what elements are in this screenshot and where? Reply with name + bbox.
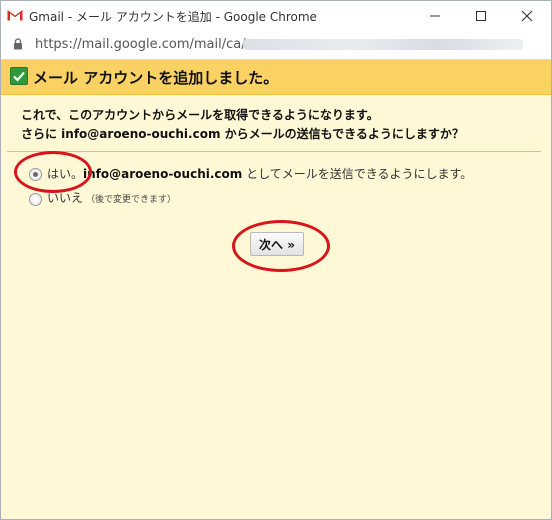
description-line-2: さらに info@aroeno-ouchi.com からメールの送信もできるよう… (21, 127, 464, 141)
url-redacted (243, 39, 523, 50)
dialog-header: メール アカウントを追加しました。 (1, 60, 551, 95)
dialog-page: メール アカウントを追加しました。 これで、このアカウントからメールを取得できる… (1, 60, 551, 519)
next-button[interactable]: 次へ » (250, 232, 304, 256)
option-no-text: いいえ (47, 191, 84, 205)
browser-window: Gmail - メール アカウントを追加 - Google Chrome htt… (0, 0, 552, 520)
checkmark-icon (10, 67, 28, 85)
url-text[interactable]: https://mail.google.com/mail/ca/ (35, 37, 246, 52)
option-no-note: （後で変更できます） (86, 195, 177, 205)
option-yes-prefix: はい。 (47, 167, 84, 181)
maximize-icon (476, 11, 486, 21)
close-icon (521, 10, 533, 22)
option-yes-suffix: としてメールを送信できるようにします。 (242, 167, 473, 181)
window-title: Gmail - メール アカウントを追加 - Google Chrome (29, 10, 317, 24)
minimize-button[interactable] (412, 1, 458, 31)
dialog-title: メール アカウントを追加しました。 (33, 69, 279, 87)
divider (7, 151, 541, 152)
radio-no[interactable] (29, 193, 42, 206)
option-yes-label[interactable]: はい。info@aroeno-ouchi.com としてメールを送信できるように… (47, 165, 472, 182)
address-bar[interactable]: https://mail.google.com/mail/ca/ (1, 31, 551, 60)
description-line-1: これで、このアカウントからメールを取得できるようになります。 (21, 108, 379, 122)
gmail-logo-icon (7, 9, 23, 21)
radio-yes[interactable] (29, 168, 42, 181)
minimize-icon (430, 15, 440, 17)
option-yes-email: info@aroeno-ouchi.com (83, 167, 243, 181)
maximize-button[interactable] (458, 1, 504, 31)
option-no-label[interactable]: いいえ （後で変更できます） (47, 189, 176, 206)
lock-icon (14, 38, 22, 50)
title-bar: Gmail - メール アカウントを追加 - Google Chrome (1, 1, 551, 31)
close-button[interactable] (504, 1, 550, 31)
